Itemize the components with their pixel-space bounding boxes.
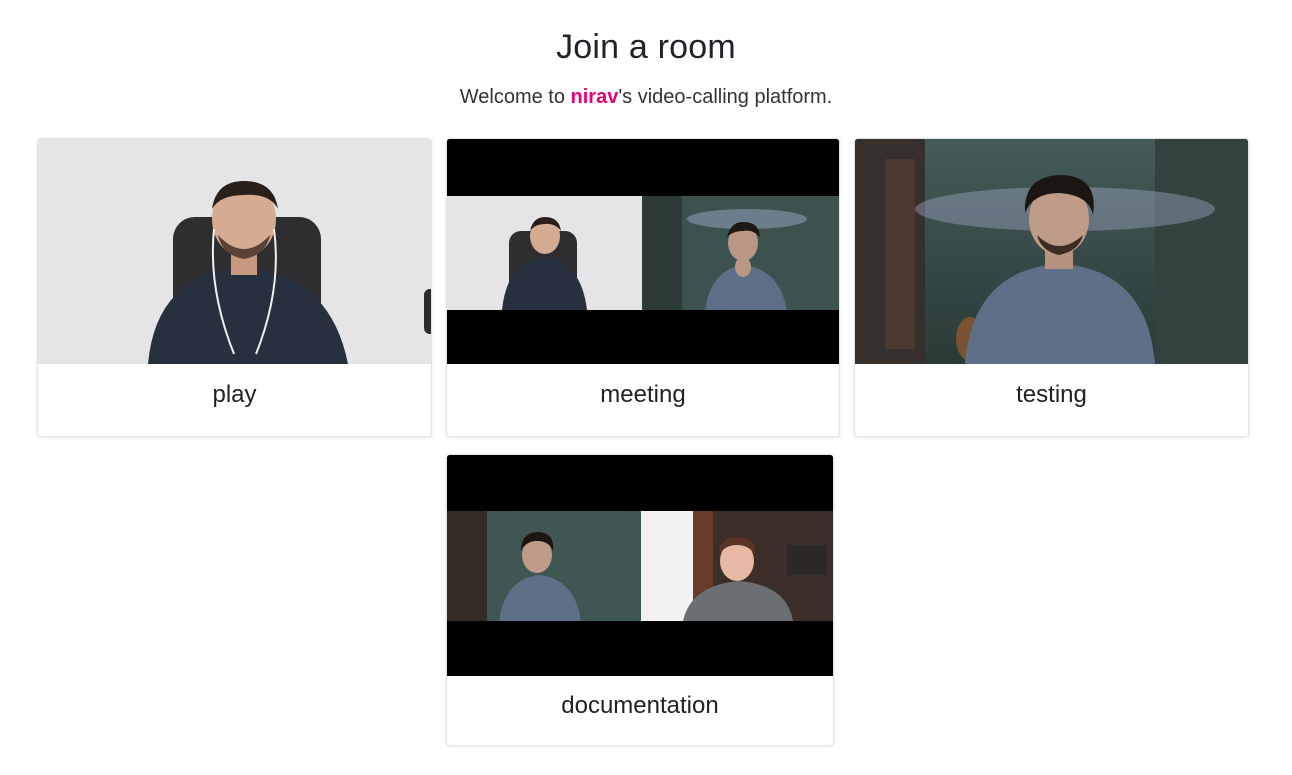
room-thumbnail	[38, 139, 431, 364]
person-video-frame	[38, 139, 431, 364]
subtitle-suffix: 's video-calling platform.	[618, 86, 833, 108]
page-title: Join a room	[556, 28, 736, 66]
two-person-video-grid	[447, 139, 839, 364]
room-name-label: play	[212, 381, 257, 408]
room-card-play[interactable]: play	[37, 138, 432, 437]
room-name-label: meeting	[600, 381, 686, 408]
room-thumbnail	[447, 139, 839, 364]
room-card-meeting[interactable]: meeting	[446, 138, 840, 437]
person-video-frame	[855, 139, 1248, 364]
room-name-label: documentation	[561, 692, 719, 719]
page-subtitle: Welcome to nirav's video-calling platfor…	[0, 86, 1292, 109]
two-person-video-grid	[447, 455, 833, 676]
room-name-label: testing	[1016, 381, 1087, 408]
room-card-testing[interactable]: testing	[854, 138, 1249, 437]
subtitle-prefix: Welcome to	[459, 86, 571, 108]
owner-name: nirav	[570, 86, 619, 108]
room-thumbnail	[855, 139, 1248, 364]
room-thumbnail	[447, 455, 833, 676]
room-card-documentation[interactable]: documentation	[446, 454, 834, 746]
